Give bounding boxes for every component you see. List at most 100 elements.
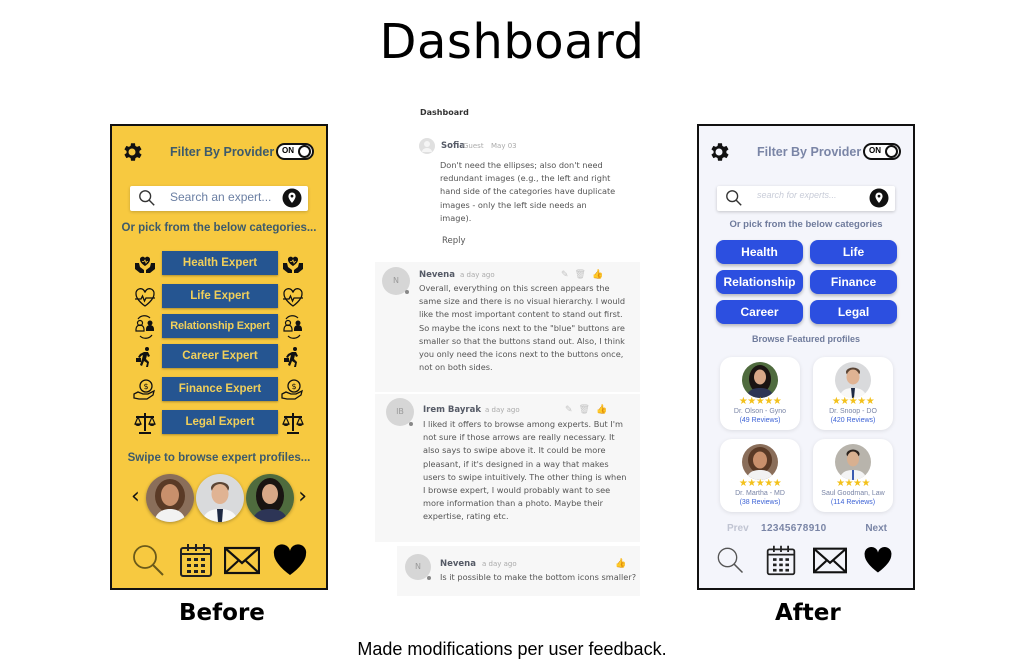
filter-toggle[interactable]: ON: [863, 143, 901, 160]
profile-card[interactable]: ★★★★★ Dr. Snoop - DO (420 Reviews): [813, 357, 893, 430]
category-row-health: Health Expert: [112, 251, 326, 277]
svg-text:$: $: [143, 382, 148, 391]
location-pin-icon[interactable]: [869, 188, 889, 208]
search-input[interactable]: [170, 190, 280, 204]
profile-card[interactable]: ★★★★★ Dr. Olson - Gyno (49 Reviews): [720, 357, 800, 430]
prev-page-button[interactable]: Prev: [727, 523, 749, 534]
career-button[interactable]: Career: [716, 300, 803, 324]
finance-expert-button[interactable]: Finance Expert: [162, 377, 278, 401]
rating-stars: ★★★★: [836, 478, 870, 489]
header: Filter By Provider ON: [112, 140, 326, 166]
delete-icon[interactable]: 🗑: [575, 269, 592, 279]
chevron-right-icon[interactable]: ›: [298, 486, 307, 508]
health-button[interactable]: Health: [716, 240, 803, 264]
search-icon[interactable]: [715, 545, 745, 575]
category-row-relationship: Relationship Expert: [112, 314, 326, 340]
search-bar: [717, 186, 895, 211]
calendar-icon[interactable]: [765, 544, 797, 576]
like-icon[interactable]: 👍: [596, 404, 613, 414]
comment-author: Nevena: [419, 270, 455, 280]
relationship-button[interactable]: Relationship: [716, 270, 803, 294]
profile-card[interactable]: ★★★★ Saul Goodman, Law (114 Reviews): [813, 439, 893, 512]
comment-author: Sofia: [441, 141, 465, 151]
profile-photo: [742, 444, 778, 480]
toggle-knob: [885, 145, 898, 158]
chevron-left-icon[interactable]: ‹: [131, 486, 140, 508]
like-icon[interactable]: 👍: [615, 558, 632, 569]
search-input[interactable]: [757, 190, 867, 200]
search-bar: [130, 186, 308, 211]
businessman-running-icon: [284, 347, 298, 367]
heart-icon[interactable]: [863, 545, 893, 575]
coin-hand-icon: $: [133, 379, 155, 400]
profile-name: Dr. Martha - MD: [735, 490, 785, 497]
toggle-knob: [298, 145, 311, 158]
online-status-dot: [409, 422, 413, 426]
review-count-link[interactable]: (114 Reviews): [813, 499, 893, 506]
feedback-comments-panel: Dashboard Sofia Guest May 03 Don't need …: [375, 100, 640, 598]
gear-icon[interactable]: [707, 140, 731, 164]
search-icon[interactable]: [130, 542, 166, 578]
expert-avatar[interactable]: [246, 474, 294, 522]
relationship-expert-button[interactable]: Relationship Expert: [162, 314, 278, 338]
expert-avatar[interactable]: [146, 474, 194, 522]
finance-button[interactable]: Finance: [810, 270, 897, 294]
heart-hands-icon: [283, 256, 303, 273]
online-status-dot: [405, 290, 409, 294]
page-title: Dashboard: [379, 14, 645, 70]
header: Filter By Provider ON: [699, 140, 913, 166]
profile-photo: [835, 362, 871, 398]
comment-body: Don't need the ellipses; also don't need…: [440, 160, 616, 223]
bottom-nav: [112, 542, 326, 578]
gear-icon[interactable]: [120, 140, 144, 164]
comment-item: IB Irem Bayrak a day ago ✎🗑👍 I liked it …: [375, 394, 640, 542]
calendar-icon[interactable]: [178, 542, 214, 578]
review-count-link[interactable]: (38 Reviews): [720, 499, 800, 506]
location-pin-icon[interactable]: [282, 188, 302, 208]
page-numbers[interactable]: 12345678910: [761, 523, 827, 534]
people-exchange-icon: [283, 315, 302, 339]
scales-icon: [134, 413, 156, 434]
pagination: Prev 12345678910 Next: [699, 523, 913, 537]
filter-by-provider-label: Filter By Provider: [757, 145, 862, 159]
after-caption: After: [775, 600, 841, 626]
delete-icon[interactable]: 🗑: [579, 404, 596, 414]
profile-card[interactable]: ★★★★★ Dr. Martha - MD (38 Reviews): [720, 439, 800, 512]
search-icon: [139, 190, 155, 206]
online-status-dot: [427, 576, 431, 580]
profile-carousel[interactable]: ‹ ›: [112, 474, 326, 524]
career-expert-button[interactable]: Career Expert: [162, 344, 278, 368]
comment-author: Irem Bayrak: [423, 405, 482, 415]
comment-item: Sofia Guest May 03 Don't need the ellips…: [375, 134, 640, 254]
like-icon[interactable]: 👍: [592, 269, 609, 279]
filter-toggle[interactable]: ON: [276, 143, 314, 160]
profile-photo: [742, 362, 778, 398]
heart-icon[interactable]: [272, 542, 308, 578]
life-expert-button[interactable]: Life Expert: [162, 284, 278, 308]
legal-expert-button[interactable]: Legal Expert: [162, 410, 278, 434]
before-phone-mockup: Filter By Provider ON Or pick from the b…: [110, 124, 328, 590]
coin-hand-icon: $: [281, 379, 303, 400]
review-count-link[interactable]: (420 Reviews): [813, 417, 893, 424]
legal-button[interactable]: Legal: [810, 300, 897, 324]
comment-item: N Nevena a day ago 👍 Is it possible to m…: [397, 546, 640, 596]
comment-body: I liked it offers to browse among expert…: [423, 419, 627, 522]
comment-date: a day ago: [482, 560, 517, 568]
mail-icon[interactable]: [813, 543, 847, 577]
heart-hands-icon: [135, 256, 155, 273]
comments-title: Dashboard: [420, 108, 469, 117]
mail-icon[interactable]: [224, 542, 260, 578]
browse-featured-label: Browse Featured profiles: [751, 334, 861, 344]
expert-avatar[interactable]: [196, 474, 244, 522]
health-expert-button[interactable]: Health Expert: [162, 251, 278, 275]
reply-link[interactable]: Reply: [442, 236, 466, 246]
rating-stars: ★★★★★: [831, 396, 875, 407]
businessman-running-icon: [136, 347, 150, 367]
edit-icon[interactable]: ✎: [561, 269, 575, 279]
edit-icon[interactable]: ✎: [565, 404, 579, 414]
people-exchange-icon: [135, 315, 154, 339]
comment-body: Is it possible to make the bottom icons …: [440, 572, 637, 582]
review-count-link[interactable]: (49 Reviews): [720, 417, 800, 424]
next-page-button[interactable]: Next: [865, 523, 887, 534]
life-button[interactable]: Life: [810, 240, 897, 264]
